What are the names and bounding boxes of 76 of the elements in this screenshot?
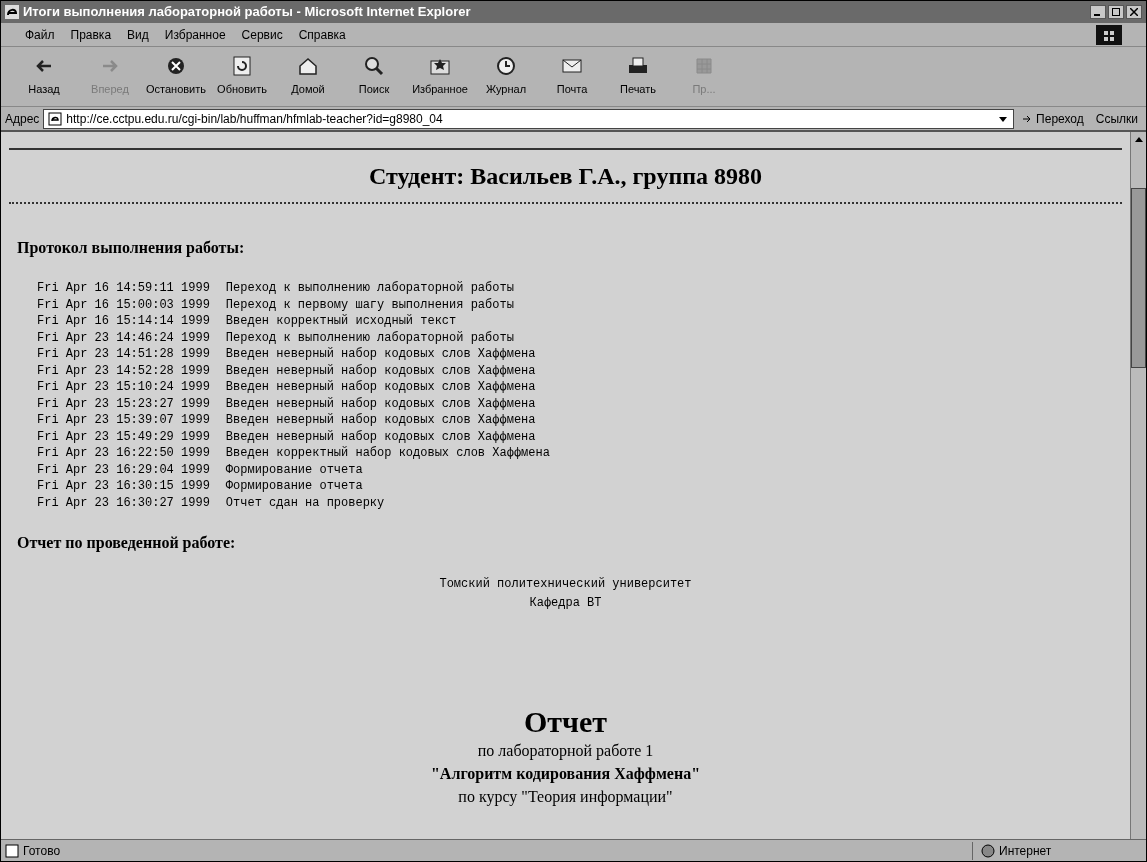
address-label: Адрес	[5, 110, 40, 128]
menu-item[interactable]: Избранное	[164, 25, 226, 44]
log-time: Fri Apr 16 14:59:11 1999	[37, 280, 210, 297]
log-time: Fri Apr 23 15:39:07 1999	[37, 412, 210, 429]
log-time: Fri Apr 23 14:46:24 1999	[37, 329, 210, 346]
log-time: Fri Apr 23 16:29:04 1999	[37, 461, 210, 478]
student-heading: Студент: Васильев Г.А., группа 8980	[367, 162, 764, 191]
close-icon	[1130, 8, 1138, 16]
log-event: Отчет сдан на проверку	[225, 494, 385, 511]
refresh-icon	[231, 55, 253, 78]
log-time: Fri Apr 16 15:00:03 1999	[37, 296, 210, 313]
log-event: Введен неверный набор кодовых слов Хаффмена	[225, 395, 536, 412]
log-time: Fri Apr 23 15:10:24 1999	[37, 379, 210, 396]
links-button[interactable]: Ссылки	[1091, 109, 1142, 128]
scroll-thumb[interactable]	[1131, 188, 1146, 368]
university-name: Томский политехнический университет	[439, 576, 692, 593]
menu-item[interactable]: Файл	[25, 25, 55, 44]
maximize-icon	[1112, 8, 1120, 16]
log-time: Fri Apr 23 16:30:27 1999	[37, 494, 210, 511]
log-time: Fri Apr 16 15:14:14 1999	[37, 313, 210, 330]
log-time: Fri Apr 23 15:23:27 1999	[37, 395, 210, 412]
menu-item[interactable]: Вид	[127, 25, 149, 44]
maximize-button[interactable]	[1108, 5, 1124, 19]
report-heading: Отчет	[523, 705, 607, 739]
log-event: Введен неверный набор кодовых слов Хаффмена	[225, 362, 536, 379]
log-event: Введен неверный набор кодовых слов Хаффмена	[225, 428, 536, 445]
status-text: Готово	[23, 842, 61, 860]
go-arrow-icon	[1022, 113, 1033, 124]
log-event: Переход к выполнению лабораторной работы	[225, 280, 514, 297]
report-subtitle: по лабораторной работе 1	[477, 741, 654, 762]
log-event: Переход к первому шагу выполнения работы	[225, 296, 514, 313]
house-icon	[297, 55, 319, 78]
minimize-button[interactable]	[1090, 5, 1106, 19]
toolbar-button[interactable]: Почта	[541, 50, 603, 103]
log-time: Fri Apr 23 14:51:28 1999	[37, 346, 210, 363]
toolbar-button[interactable]: Остановить	[145, 50, 207, 103]
menu-item[interactable]: Справка	[298, 25, 346, 44]
toolbar-button[interactable]: Поиск	[343, 50, 405, 103]
report-subtitle: "Алгоритм кодирования Хаффмена"	[430, 764, 700, 785]
log-event: Введен неверный набор кодовых слов Хаффмена	[225, 412, 536, 429]
toolbar-button[interactable]: Обновить	[211, 50, 273, 103]
log-event: Введен неверный набор кодовых слов Хаффмена	[225, 346, 536, 363]
zone-text: Интернет	[999, 842, 1052, 860]
log-event: Введен неверный набор кодовых слов Хаффмена	[225, 379, 536, 396]
department-name: Кафедра ВТ	[529, 595, 602, 612]
windows-logo-icon	[1096, 24, 1122, 45]
scrollbar[interactable]	[1130, 132, 1146, 839]
log-time: Fri Apr 23 16:30:15 1999	[37, 478, 210, 495]
menu-item[interactable]: Сервис	[241, 25, 283, 44]
log-time: Fri Apr 23 16:22:50 1999	[37, 445, 210, 462]
clock-icon	[495, 55, 517, 78]
page-icon	[5, 843, 19, 858]
log-time: Fri Apr 23 15:49:29 1999	[37, 428, 210, 445]
browser-icon	[5, 5, 19, 19]
window-title: Итоги выполнения лабораторной работы - Microsoft Internet Explorer	[23, 3, 471, 22]
log-event: Формирование отчета	[225, 461, 363, 478]
log-time: Fri Apr 23 14:52:28 1999	[37, 362, 210, 379]
toolbar-button[interactable]: Печать	[607, 50, 669, 103]
menu-item[interactable]: Правка	[70, 25, 112, 44]
log-event: Переход к выполнению лабораторной работы	[225, 329, 514, 346]
log-event: Введен корректный набор кодовых слов Хаффмена	[225, 445, 550, 462]
toolbar-button[interactable]: Журнал	[475, 50, 537, 103]
page-icon	[48, 111, 63, 126]
report-subtitle: по курсу "Теория информации"	[458, 787, 673, 808]
address-field[interactable]: http://ce.cctpu.edu.ru/cgi-bin/lab/huffman/hfmlab-teacher?id=g8980_04	[43, 108, 1015, 129]
close-button[interactable]	[1126, 5, 1142, 19]
go-button[interactable]: Переход	[1018, 109, 1088, 128]
log-event: Введен корректный исходный текст	[225, 313, 457, 330]
search-icon	[363, 55, 385, 78]
section-title: Протокол выполнения работы:	[17, 238, 246, 259]
toolbar-button[interactable]: Избранное	[409, 50, 471, 103]
section-title: Отчет по проведенной работе:	[17, 533, 237, 554]
log-event: Формирование отчета	[225, 478, 363, 495]
toolbar-button[interactable]: Домой	[277, 50, 339, 103]
globe-icon	[981, 843, 995, 858]
toolbar-button[interactable]: Назад	[13, 50, 75, 103]
